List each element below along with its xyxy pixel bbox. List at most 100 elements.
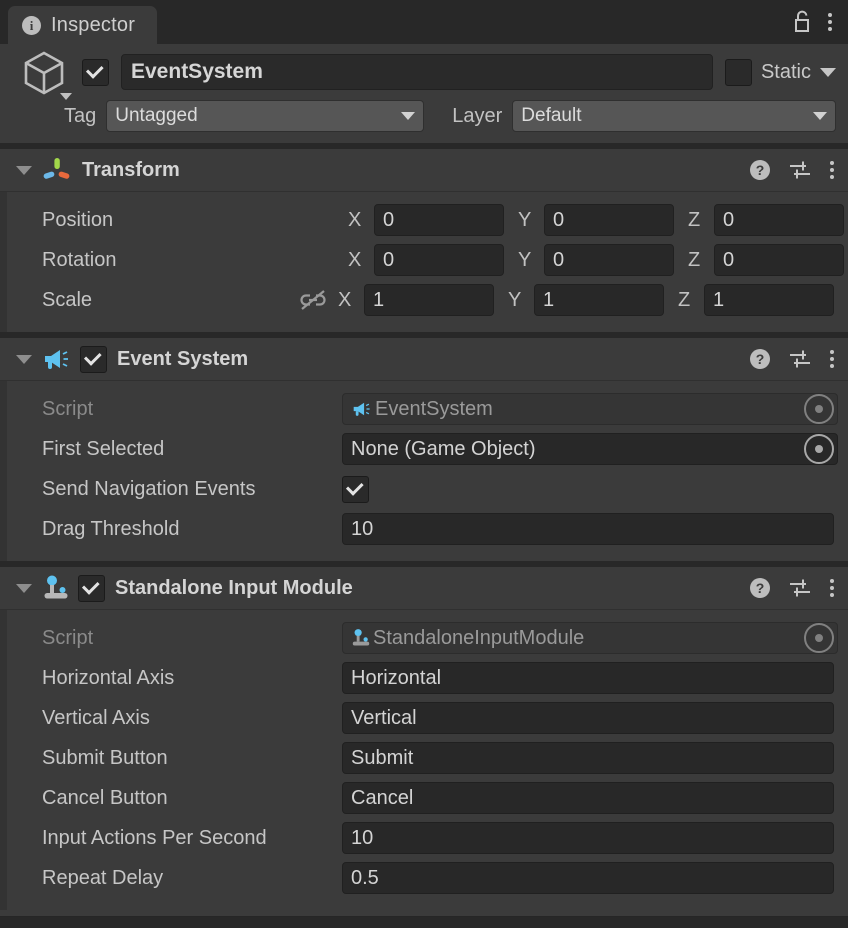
inspector-tabbar: i Inspector <box>0 0 848 44</box>
sim-cancel-button-row: Cancel Button Cancel <box>0 778 834 818</box>
script-value-field: StandaloneInputModule <box>342 622 838 654</box>
help-icon[interactable]: ? <box>750 578 770 598</box>
gameobject-name-input[interactable]: EventSystem <box>121 54 713 90</box>
component-event-system-header[interactable]: Event System ? <box>0 338 848 381</box>
help-icon[interactable]: ? <box>750 160 770 180</box>
position-z-input[interactable]: 0 <box>714 204 844 236</box>
foldout-triangle-icon[interactable] <box>16 584 32 593</box>
tag-layer-row: Tag Untagged Layer Default <box>12 99 836 133</box>
tab-inspector-label: Inspector <box>51 14 135 37</box>
script-value-text: EventSystem <box>375 398 493 421</box>
preset-icon[interactable] <box>788 159 812 181</box>
component-event-system: Event System ? Script <box>0 338 848 561</box>
transform-rotation-row: Rotation X 0 Y 0 Z 0 <box>0 240 834 280</box>
scale-label: Scale <box>42 289 294 312</box>
transform-position-row: Position X 0 Y 0 Z 0 <box>0 200 834 240</box>
component-transform: Transform ? Position X 0 Y 0 Z <box>0 149 848 332</box>
static-label: Static <box>761 61 811 84</box>
kebab-menu-icon[interactable] <box>830 579 834 597</box>
position-label: Position <box>42 209 342 232</box>
foldout-triangle-icon[interactable] <box>16 355 32 364</box>
static-dropdown-caret-icon[interactable] <box>820 68 836 77</box>
layer-dropdown[interactable]: Default <box>512 100 836 132</box>
sim-horizontal-axis-row: Horizontal Axis Horizontal <box>0 658 834 698</box>
script-object-picker-icon <box>804 623 834 653</box>
joystick-icon <box>351 628 371 648</box>
gameobject-cube-icon[interactable] <box>12 48 82 96</box>
cancel-button-input[interactable]: Cancel <box>342 782 834 814</box>
submit-button-input[interactable]: Submit <box>342 742 834 774</box>
help-icon[interactable]: ? <box>750 349 770 369</box>
script-label: Script <box>42 398 342 421</box>
scale-x-input[interactable]: 1 <box>364 284 494 316</box>
section-divider <box>0 916 848 917</box>
component-standalone-input-module-body: Script StandaloneInputModule Horizontal … <box>0 610 848 910</box>
axis-label-y: Y <box>502 289 534 312</box>
component-transform-title: Transform <box>82 159 180 182</box>
component-event-system-enabled-checkbox[interactable] <box>80 346 107 373</box>
input-actions-per-second-input[interactable]: 10 <box>342 822 834 854</box>
gameobject-header: EventSystem Static Tag Untagged Layer De… <box>0 44 848 143</box>
axis-label-z: Z <box>682 209 714 232</box>
rotation-vector3: X 0 Y 0 Z 0 <box>342 244 844 276</box>
scale-vector3: X 1 Y 1 Z 1 <box>332 284 834 316</box>
script-object-picker-icon <box>804 394 834 424</box>
rotation-y-input[interactable]: 0 <box>544 244 674 276</box>
script-label: Script <box>42 627 342 650</box>
info-icon: i <box>22 16 41 35</box>
static-checkbox[interactable] <box>725 59 752 86</box>
event-system-drag-threshold-row: Drag Threshold 10 <box>0 509 834 549</box>
axis-label-y: Y <box>512 209 544 232</box>
rotation-z-input[interactable]: 0 <box>714 244 844 276</box>
kebab-menu-icon[interactable] <box>830 161 834 179</box>
drag-threshold-input[interactable]: 10 <box>342 513 834 545</box>
drag-threshold-label: Drag Threshold <box>42 518 342 541</box>
gameobject-icon-dropdown-caret[interactable] <box>60 93 72 100</box>
vertical-axis-input[interactable]: Vertical <box>342 702 834 734</box>
component-standalone-input-module-header[interactable]: Standalone Input Module ? <box>0 567 848 610</box>
position-y-input[interactable]: 0 <box>544 204 674 236</box>
axis-label-z: Z <box>672 289 704 312</box>
gameobject-enabled-checkbox[interactable] <box>82 59 109 86</box>
first-selected-object-picker-icon[interactable] <box>804 434 834 464</box>
first-selected-label: First Selected <box>42 438 342 461</box>
component-event-system-title: Event System <box>117 348 248 371</box>
rotation-x-input[interactable]: 0 <box>374 244 504 276</box>
tab-inspector[interactable]: i Inspector <box>8 6 157 44</box>
scale-z-input[interactable]: 1 <box>704 284 834 316</box>
axis-label-x: X <box>332 289 364 312</box>
tag-value: Untagged <box>115 105 197 127</box>
preset-icon[interactable] <box>788 577 812 599</box>
component-standalone-input-module-actions: ? <box>750 577 834 599</box>
layer-value: Default <box>521 105 581 127</box>
component-event-system-actions: ? <box>750 348 834 370</box>
sim-script-row: Script StandaloneInputModule <box>0 618 834 658</box>
unlocked-padlock-icon[interactable] <box>792 10 812 34</box>
kebab-menu-icon[interactable] <box>830 350 834 368</box>
preset-icon[interactable] <box>788 348 812 370</box>
joystick-icon <box>42 574 70 602</box>
axis-label-y: Y <box>512 249 544 272</box>
axis-label-x: X <box>342 209 374 232</box>
tag-dropdown[interactable]: Untagged <box>106 100 424 132</box>
horizontal-axis-input[interactable]: Horizontal <box>342 662 834 694</box>
gameobject-name-row: EventSystem Static <box>12 52 836 92</box>
horizontal-axis-label: Horizontal Axis <box>42 667 342 690</box>
component-standalone-input-module-enabled-checkbox[interactable] <box>78 575 105 602</box>
script-value-field: EventSystem <box>342 393 838 425</box>
position-x-input[interactable]: 0 <box>374 204 504 236</box>
component-transform-header[interactable]: Transform ? <box>0 149 848 192</box>
first-selected-field[interactable]: None (Game Object) <box>342 433 838 465</box>
scale-y-input[interactable]: 1 <box>534 284 664 316</box>
kebab-menu-icon[interactable] <box>828 13 832 31</box>
repeat-delay-input[interactable]: 0.5 <box>342 862 834 894</box>
sim-submit-button-row: Submit Button Submit <box>0 738 834 778</box>
transform-axis-icon <box>42 155 72 185</box>
broken-link-icon[interactable] <box>294 288 332 312</box>
position-vector3: X 0 Y 0 Z 0 <box>342 204 844 236</box>
foldout-triangle-icon[interactable] <box>16 166 32 175</box>
sim-vertical-axis-row: Vertical Axis Vertical <box>0 698 834 738</box>
send-navigation-events-checkbox[interactable] <box>342 476 369 503</box>
send-navigation-events-label: Send Navigation Events <box>42 478 342 501</box>
event-system-script-row: Script EventSystem <box>0 389 834 429</box>
